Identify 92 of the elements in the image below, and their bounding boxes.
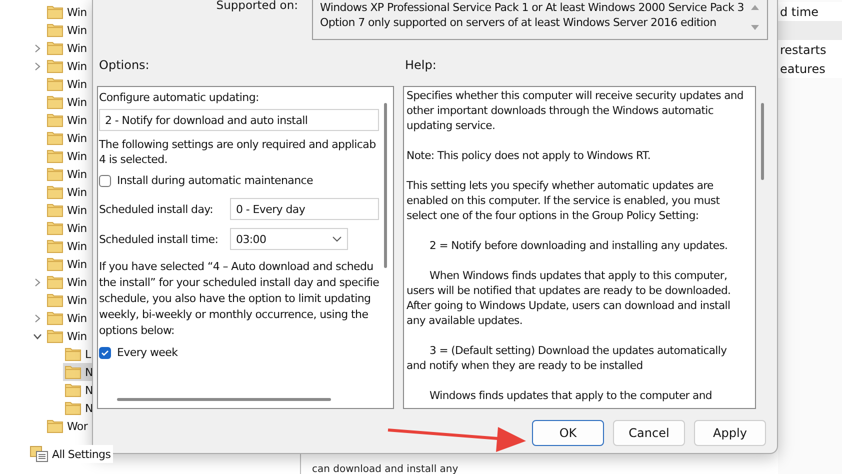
folder-icon bbox=[47, 293, 63, 307]
tree-item[interactable]: Win bbox=[45, 219, 89, 237]
settings-list-icon bbox=[30, 446, 48, 462]
tree-item[interactable]: Win bbox=[45, 21, 89, 39]
folder-icon bbox=[47, 23, 63, 37]
tree-item[interactable]: Win bbox=[45, 165, 89, 183]
option-label: Configure automatic updating: bbox=[99, 90, 259, 105]
folder-icon bbox=[47, 275, 63, 289]
folder-icon bbox=[65, 347, 81, 361]
cancel-button[interactable]: Cancel bbox=[613, 420, 685, 446]
apply-button[interactable]: Apply bbox=[694, 420, 766, 446]
tree-item[interactable]: Win bbox=[45, 129, 89, 147]
options-label: Options: bbox=[98, 58, 150, 72]
list-row[interactable]: eatures bbox=[778, 59, 842, 78]
folder-icon bbox=[47, 257, 63, 271]
folder-icon bbox=[47, 329, 63, 343]
checkbox-label: Install during automatic maintenance bbox=[117, 173, 313, 188]
tree-item[interactable]: Win bbox=[45, 291, 89, 309]
tree-item[interactable]: Win bbox=[45, 183, 89, 201]
chevron-right-icon[interactable] bbox=[32, 314, 42, 322]
help-paragraph: Windows finds updates that apply to the computer and bbox=[428, 388, 713, 403]
checkbox-label: Every week bbox=[117, 345, 178, 360]
folder-icon bbox=[47, 41, 63, 55]
folder-icon bbox=[47, 311, 63, 325]
description-text: can download and install any bbox=[312, 464, 458, 474]
tree-item[interactable]: Win bbox=[45, 57, 89, 75]
tree-item[interactable]: Win bbox=[45, 255, 89, 273]
tree-item[interactable]: Wor bbox=[45, 417, 90, 435]
scroll-up-icon[interactable] bbox=[751, 4, 759, 10]
folder-icon bbox=[47, 149, 63, 163]
folder-icon bbox=[65, 401, 81, 415]
day-dropdown[interactable]: 0 - Every day bbox=[230, 198, 379, 220]
supported-on-box: Windows XP Professional Service Pack 1 or At least Windows 2000 Service Pack 3 Option 7 only supported on servers of at least Windows Server 2016 edition bbox=[312, 0, 768, 40]
folder-icon bbox=[47, 185, 63, 199]
tree-item[interactable]: Win bbox=[45, 75, 89, 93]
help-label: Help: bbox=[405, 58, 436, 72]
update-mode-dropdown[interactable]: 2 - Notify for download and auto install bbox=[99, 109, 379, 131]
chevron-right-icon[interactable] bbox=[32, 278, 42, 286]
tree-item[interactable]: N bbox=[63, 399, 95, 417]
folder-icon bbox=[47, 95, 63, 109]
folder-icon bbox=[47, 419, 63, 433]
field-label: Scheduled install time: bbox=[99, 232, 220, 246]
help-paragraph: 3 = (Default setting) Download the updates automatically and notify when they are ready to be installed bbox=[406, 343, 728, 373]
folder-icon bbox=[47, 113, 63, 127]
field-label: Scheduled install day: bbox=[99, 202, 214, 216]
folder-icon bbox=[47, 5, 63, 19]
description-text: If you have selected “4 – Auto download and schedu the install” for your scheduled install day and specifie schedule, you also have the option to limit updating weekly, bi-weekly or monthly occurrence, using the options below: bbox=[99, 259, 380, 339]
tree-item[interactable]: Win bbox=[45, 237, 89, 255]
tree-item[interactable]: All Settings bbox=[28, 445, 113, 463]
tree-item[interactable]: Win bbox=[45, 93, 89, 111]
chevron-right-icon[interactable] bbox=[32, 44, 42, 52]
folder-icon bbox=[47, 203, 63, 217]
time-dropdown[interactable]: 03:00 bbox=[230, 228, 348, 250]
tree-item[interactable]: Win bbox=[45, 147, 89, 165]
list-row[interactable]: restarts bbox=[778, 40, 842, 59]
help-paragraph: Note: This policy does not apply to Windows RT. bbox=[406, 148, 652, 163]
ok-button[interactable]: OK bbox=[532, 420, 604, 446]
help-paragraph: Specifies whether this computer will receive security updates and other important downloads through the Windows automatic updating service. bbox=[406, 88, 744, 133]
folder-icon bbox=[47, 239, 63, 253]
folder-icon bbox=[47, 131, 63, 145]
folder-icon bbox=[47, 77, 63, 91]
folder-icon bbox=[47, 221, 63, 235]
tree-item[interactable]: Win bbox=[45, 309, 89, 327]
chevron-down-icon[interactable] bbox=[32, 332, 42, 340]
scrollbar-thumb[interactable] bbox=[384, 103, 387, 268]
note-text: The following settings are only required and applicab 4 is selected. bbox=[99, 137, 376, 167]
supported-on-label: Supported on: bbox=[216, 0, 298, 12]
checkbox[interactable] bbox=[99, 174, 111, 186]
tree-item[interactable]: N bbox=[63, 363, 95, 381]
tree-item[interactable]: Win bbox=[45, 327, 89, 345]
chevron-right-icon[interactable] bbox=[32, 62, 42, 70]
folder-icon bbox=[47, 59, 63, 73]
folder-icon bbox=[65, 365, 81, 379]
tree-item[interactable]: L bbox=[63, 345, 93, 363]
help-paragraph: When Windows finds updates that apply to this computer, users will be notified that updates are ready to be downloaded. After going to Windows Update, users can download and install any available updates. bbox=[406, 268, 732, 328]
tree-item[interactable]: N bbox=[63, 381, 95, 399]
tree-item[interactable]: Win bbox=[45, 111, 89, 129]
list-row[interactable]: d time bbox=[778, 2, 842, 21]
scrollbar-thumb[interactable] bbox=[761, 103, 764, 180]
tree-item[interactable]: Win bbox=[45, 201, 89, 219]
checkmark-icon bbox=[100, 348, 110, 358]
tree-item[interactable]: Win bbox=[45, 3, 89, 21]
folder-icon bbox=[47, 167, 63, 181]
folder-icon bbox=[65, 383, 81, 397]
help-paragraph: 2 = Notify before downloading and installing any updates. bbox=[428, 238, 729, 253]
help-paragraph: This setting lets you specify whether automatic updates are enabled on this computer. If the service is enabled, you must select one of the four options in the Group Policy Setting: bbox=[406, 178, 721, 223]
chevron-down-icon bbox=[332, 236, 342, 242]
tree-item[interactable]: Win bbox=[45, 273, 89, 291]
scroll-down-icon[interactable] bbox=[751, 25, 759, 31]
checkbox[interactable] bbox=[99, 346, 111, 358]
scrollbar-thumb[interactable] bbox=[117, 398, 331, 401]
tree-item[interactable]: Win bbox=[45, 39, 89, 57]
